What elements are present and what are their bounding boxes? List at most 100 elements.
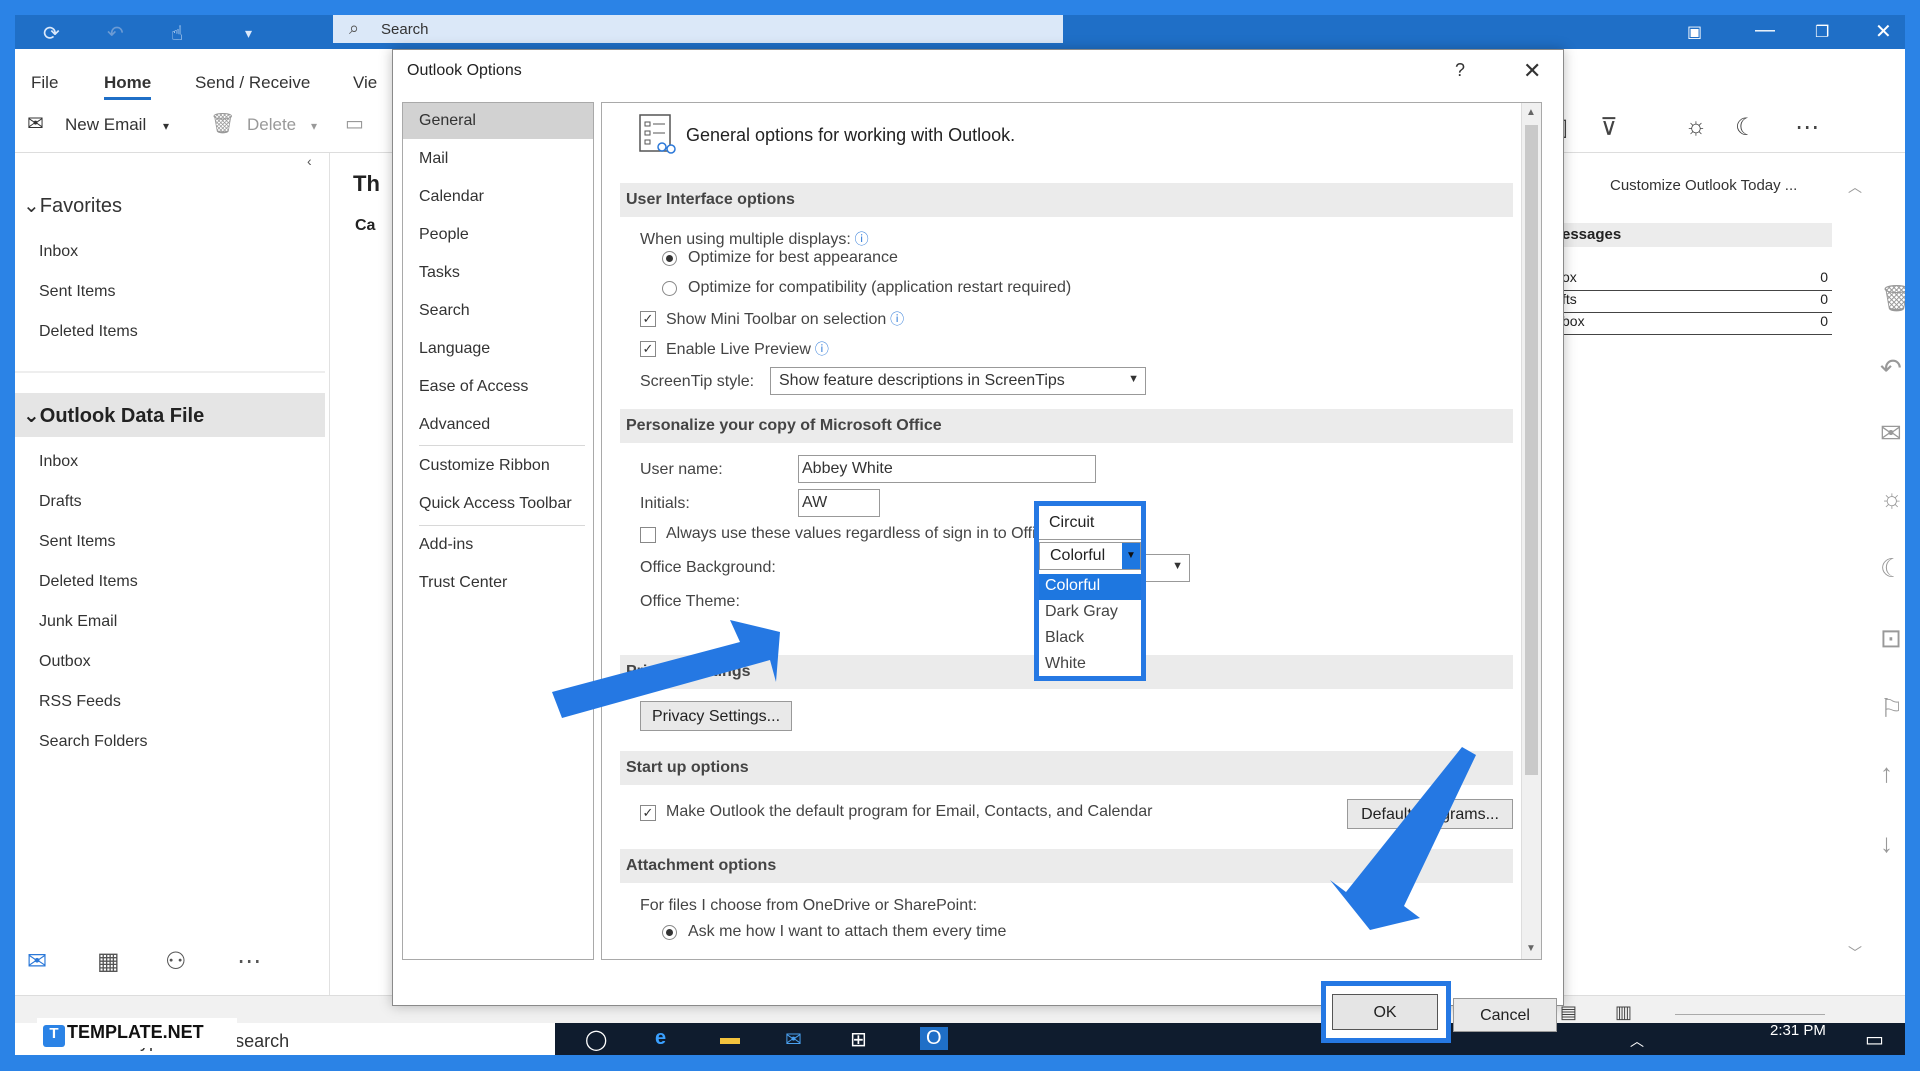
tab-file[interactable]: File bbox=[31, 73, 58, 93]
scroll-thumb[interactable] bbox=[1525, 125, 1538, 775]
collapse-pane-icon[interactable]: ‹ bbox=[307, 153, 312, 169]
nav-general[interactable]: General bbox=[403, 103, 593, 139]
office-background-arrow[interactable]: ▼ bbox=[1140, 554, 1190, 582]
username-field[interactable]: Abbey White bbox=[798, 455, 1096, 483]
privacy-settings-button[interactable]: Privacy Settings... bbox=[640, 701, 792, 731]
reading-view-icon[interactable]: ▥ bbox=[1615, 1002, 1632, 1023]
folder-favorites-sent[interactable]: Sent Items bbox=[39, 283, 115, 301]
undo-icon[interactable]: ↶ bbox=[107, 21, 124, 46]
live-preview-checkbox[interactable]: ✓ bbox=[640, 341, 656, 357]
restore-icon[interactable]: ❐ bbox=[1815, 22, 1829, 42]
favorites-header[interactable]: ⌄Favorites bbox=[23, 193, 122, 218]
flag-icon[interactable]: ⚐ bbox=[1880, 693, 1903, 724]
mail-app-icon[interactable]: ✉ bbox=[785, 1027, 802, 1052]
more-modules-icon[interactable]: ⋯ bbox=[237, 947, 261, 976]
new-email-button[interactable]: New Email bbox=[65, 115, 146, 135]
folder-favorites-inbox[interactable]: Inbox bbox=[39, 243, 78, 261]
people-icon[interactable]: ⚇ bbox=[165, 947, 187, 976]
nav-quick-access-toolbar[interactable]: Quick Access Toolbar bbox=[403, 486, 593, 522]
always-use-checkbox[interactable] bbox=[640, 527, 656, 543]
initials-field[interactable]: AW bbox=[798, 489, 880, 517]
file-explorer-icon[interactable]: ▬ bbox=[720, 1027, 740, 1050]
open-mail-icon[interactable]: ✉ bbox=[1880, 418, 1902, 449]
radio-ask-me[interactable] bbox=[662, 925, 677, 940]
store-icon[interactable]: ⊞ bbox=[850, 1027, 867, 1052]
ribbon-display-icon[interactable]: ▣ bbox=[1687, 22, 1702, 42]
outlook-taskbar-icon[interactable]: O bbox=[920, 1027, 948, 1050]
folder-deleted-items[interactable]: Deleted Items bbox=[39, 573, 138, 591]
radio-compatibility[interactable] bbox=[662, 281, 677, 296]
customize-outlook-today-link[interactable]: Customize Outlook Today ... bbox=[1610, 177, 1797, 194]
tab-send-receive[interactable]: Send / Receive bbox=[195, 73, 310, 93]
outlook-data-file-header[interactable]: ⌄Outlook Data File bbox=[15, 393, 325, 437]
dropdown-arrow-icon[interactable]: ▼ bbox=[1122, 543, 1140, 569]
move-to-folder-icon[interactable]: ⊡ bbox=[1880, 623, 1902, 654]
nav-people[interactable]: People bbox=[403, 217, 593, 253]
nav-add-ins[interactable]: Add-ins bbox=[403, 527, 593, 563]
archive-icon[interactable]: ▭ bbox=[345, 111, 364, 136]
chevron-down-icon[interactable]: ▾ bbox=[311, 119, 317, 133]
office-theme-dropdown[interactable]: Circuit Colorful ▼ Colorful Dark Gray Bl… bbox=[1034, 501, 1146, 681]
folder-sent-items[interactable]: Sent Items bbox=[39, 533, 115, 551]
list-item[interactable]: fts 0 bbox=[1562, 291, 1832, 313]
window-close-icon[interactable]: ✕ bbox=[1875, 19, 1892, 44]
nav-advanced[interactable]: Advanced bbox=[403, 407, 593, 443]
clock[interactable]: 2:31 PM bbox=[1770, 1022, 1826, 1039]
folder-favorites-deleted[interactable]: Deleted Items bbox=[39, 323, 138, 341]
folder-inbox[interactable]: Inbox bbox=[39, 453, 78, 471]
nav-ease-of-access[interactable]: Ease of Access bbox=[403, 369, 593, 405]
screentip-select[interactable]: Show feature descriptions in ScreenTips ▼ bbox=[770, 367, 1146, 395]
mini-toolbar-checkbox[interactable]: ✓ bbox=[640, 311, 656, 327]
nav-search[interactable]: Search bbox=[403, 293, 593, 329]
default-programs-button[interactable]: Default Programs... bbox=[1347, 799, 1513, 829]
nav-language[interactable]: Language bbox=[403, 331, 593, 367]
moon-icon[interactable]: ☾ bbox=[1735, 113, 1757, 142]
task-view-icon[interactable]: ◯ bbox=[585, 1027, 607, 1052]
tab-home[interactable]: Home bbox=[104, 73, 152, 100]
nav-customize-ribbon[interactable]: Customize Ribbon bbox=[403, 448, 593, 484]
office-background-value[interactable]: Circuit bbox=[1039, 506, 1141, 540]
nav-mail[interactable]: Mail bbox=[403, 141, 593, 177]
folder-search-folders[interactable]: Search Folders bbox=[39, 733, 148, 751]
sun-icon[interactable]: ☼ bbox=[1880, 483, 1904, 514]
trash-icon[interactable]: 🗑 bbox=[1880, 283, 1905, 314]
up-arrow-icon[interactable]: ↑ bbox=[1880, 758, 1893, 789]
theme-option-black[interactable]: Black bbox=[1039, 626, 1141, 652]
more-options-icon[interactable]: ⋯ bbox=[1795, 113, 1819, 142]
radio-best-appearance[interactable] bbox=[662, 251, 677, 266]
theme-option-dark-gray[interactable]: Dark Gray bbox=[1039, 600, 1141, 626]
search-box[interactable]: ⌕ Search bbox=[333, 15, 1063, 43]
nav-trust-center[interactable]: Trust Center bbox=[403, 565, 593, 601]
list-item[interactable]: ox 0 bbox=[1562, 269, 1832, 291]
touch-mode-icon[interactable]: ☝ bbox=[171, 21, 183, 46]
folder-drafts[interactable]: Drafts bbox=[39, 493, 82, 511]
ok-button[interactable]: OK bbox=[1332, 994, 1438, 1030]
delete-button[interactable]: Delete bbox=[247, 115, 296, 135]
theme-option-colorful[interactable]: Colorful bbox=[1039, 574, 1141, 600]
list-item[interactable]: box 0 bbox=[1562, 313, 1832, 335]
scroll-down-icon[interactable]: ﹀ bbox=[1848, 943, 1862, 963]
moon-icon[interactable]: ☾ bbox=[1880, 553, 1903, 584]
nav-calendar[interactable]: Calendar bbox=[403, 179, 593, 215]
nav-tasks[interactable]: Tasks bbox=[403, 255, 593, 291]
zoom-slider[interactable] bbox=[1675, 1014, 1825, 1015]
filter-icon[interactable]: ⊽ bbox=[1600, 113, 1618, 142]
folder-outbox[interactable]: Outbox bbox=[39, 653, 91, 671]
notifications-icon[interactable]: ▭ bbox=[1865, 1027, 1884, 1052]
mail-icon[interactable]: ✉ bbox=[27, 947, 47, 976]
edge-icon[interactable]: e bbox=[655, 1027, 666, 1050]
folder-junk-email[interactable]: Junk Email bbox=[39, 613, 117, 631]
calendar-icon[interactable]: ▦ bbox=[97, 947, 120, 976]
chevron-down-icon[interactable]: ▾ bbox=[163, 119, 169, 133]
reply-icon[interactable]: ↶ bbox=[1880, 353, 1902, 384]
close-icon[interactable]: ✕ bbox=[1523, 58, 1541, 84]
default-program-checkbox[interactable]: ✓ bbox=[640, 805, 656, 821]
help-button[interactable]: ? bbox=[1455, 60, 1465, 81]
system-tray-chevron-icon[interactable]: ︿ bbox=[1630, 1031, 1644, 1051]
folder-rss-feeds[interactable]: RSS Feeds bbox=[39, 693, 121, 711]
scroll-up-icon[interactable]: ︿ bbox=[1848, 177, 1862, 197]
theme-option-white[interactable]: White bbox=[1039, 652, 1141, 678]
down-arrow-icon[interactable]: ↓ bbox=[1880, 828, 1893, 859]
customize-qat-icon[interactable]: ▾ bbox=[245, 25, 252, 42]
sync-icon[interactable]: ⟳ bbox=[43, 21, 60, 46]
